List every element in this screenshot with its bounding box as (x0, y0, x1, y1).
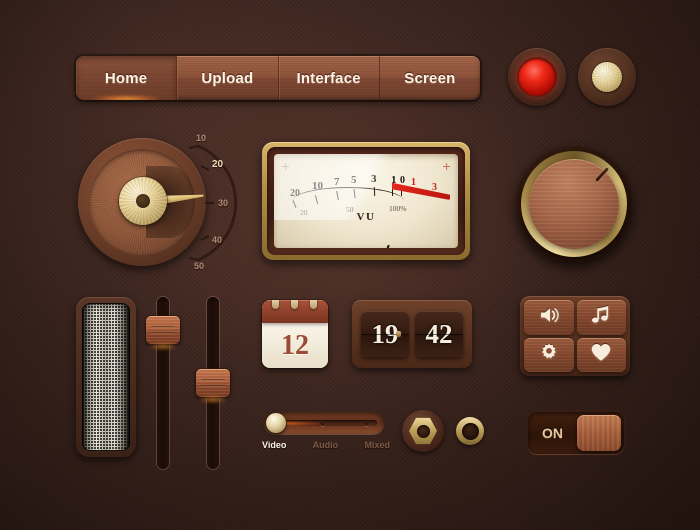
vu-needle (370, 244, 390, 248)
audio-jack-small[interactable] (456, 417, 484, 445)
gauge-tick-50: 50 (194, 261, 205, 271)
volume-knob[interactable] (516, 146, 632, 262)
grille-mesh (82, 303, 130, 451)
vu-scale-red-1: 1 (411, 177, 416, 188)
settings-button[interactable] (524, 337, 574, 372)
audio-jack-large[interactable] (402, 410, 444, 452)
gear-icon (539, 342, 559, 367)
speaker-icon (538, 306, 560, 329)
slider-two[interactable] (196, 297, 230, 469)
vu-label: VU (356, 211, 376, 223)
vu-scale-arc (292, 187, 404, 204)
brass-knob[interactable] (578, 48, 636, 106)
mode-slider-stop-audio[interactable] (320, 421, 325, 426)
gauge-scale: 10 20 30 40 50 (184, 130, 244, 275)
gauge-arc-svg (188, 144, 238, 262)
slider-two-glow (198, 396, 228, 403)
toggle-label: ON (542, 425, 563, 441)
clock-minutes: 42 (415, 311, 463, 357)
jack-hole (416, 424, 430, 438)
calendar-day: 12 (281, 329, 309, 361)
jack-hex-ring (409, 417, 437, 445)
mode-slider-stop-mixed[interactable] (364, 421, 369, 426)
vu-scale-0: 0 (400, 175, 405, 186)
nav-tab-home[interactable]: Home (76, 56, 178, 100)
mode-option-audio[interactable]: Audio (313, 440, 339, 450)
gauge-tick-10: 10 (196, 133, 207, 143)
calendar-ring (272, 300, 279, 309)
heart-icon (590, 342, 612, 367)
flip-clock: 19 42 (352, 300, 472, 368)
power-toggle[interactable]: ON (528, 412, 624, 454)
slider-one-glow (148, 343, 178, 350)
gauge-tick-20: 20 (212, 159, 224, 170)
mode-slider-options: Video Audio Mixed (262, 440, 390, 450)
music-button[interactable] (576, 300, 626, 335)
led-bulb (518, 58, 556, 96)
favorites-button[interactable] (576, 337, 626, 372)
mode-option-mixed[interactable]: Mixed (364, 440, 390, 450)
vu-scale-7: 7 (334, 176, 340, 188)
rotary-gauge[interactable]: 10 20 30 40 50 (78, 130, 243, 275)
mode-slider-knob[interactable] (266, 413, 286, 433)
brass-knob-cap (592, 62, 622, 92)
nav-tab-upload[interactable]: Upload (177, 56, 279, 100)
speaker-grille (76, 297, 136, 457)
icon-button-grid (520, 296, 630, 376)
gauge-tick-30: 30 (218, 198, 229, 208)
clock-pin-left (396, 331, 401, 337)
vu-meter: 20 10 7 5 3 1 0 1 3 20 50 100% VU (262, 142, 470, 260)
slider-one-thumb[interactable] (146, 316, 180, 344)
vu-face: 20 10 7 5 3 1 0 1 3 20 50 100% VU (274, 154, 458, 248)
mode-slider[interactable]: Video Audio Mixed (262, 412, 390, 458)
power-led[interactable] (508, 48, 566, 106)
calendar-widget[interactable]: 12 (262, 300, 328, 368)
vu-scale-10: 10 (312, 180, 323, 192)
vu-scale-5: 5 (351, 174, 357, 186)
mode-option-video[interactable]: Video (262, 440, 286, 450)
music-note-icon (590, 305, 612, 330)
ui-kit-canvas: Home Upload Interface Screen 10 20 30 40… (0, 0, 700, 530)
vu-screw-left (282, 163, 289, 170)
toggle-knob[interactable] (577, 415, 621, 451)
slider-two-thumb[interactable] (196, 369, 230, 397)
knob-wood-cap (529, 159, 619, 249)
slider-one[interactable] (146, 297, 180, 469)
vu-scale-20: 20 (290, 188, 300, 199)
speaker-button[interactable] (524, 300, 574, 335)
gauge-hub (119, 177, 167, 225)
vu-screw-right (443, 163, 450, 170)
calendar-body: 12 (262, 323, 328, 368)
vu-scale-3: 3 (371, 173, 377, 185)
clock-hours: 19 (361, 311, 409, 357)
vu-bezel: 20 10 7 5 3 1 0 1 3 20 50 100% VU (267, 147, 465, 255)
calendar-ring (310, 300, 317, 309)
nav-tab-screen[interactable]: Screen (379, 56, 480, 100)
calendar-header (262, 300, 328, 323)
gauge-tick-40: 40 (212, 235, 223, 245)
calendar-ring (291, 300, 298, 309)
jack-small-hole (461, 422, 479, 440)
main-nav-bar: Home Upload Interface Screen (76, 56, 480, 100)
nav-tab-interface[interactable]: Interface (278, 56, 380, 100)
